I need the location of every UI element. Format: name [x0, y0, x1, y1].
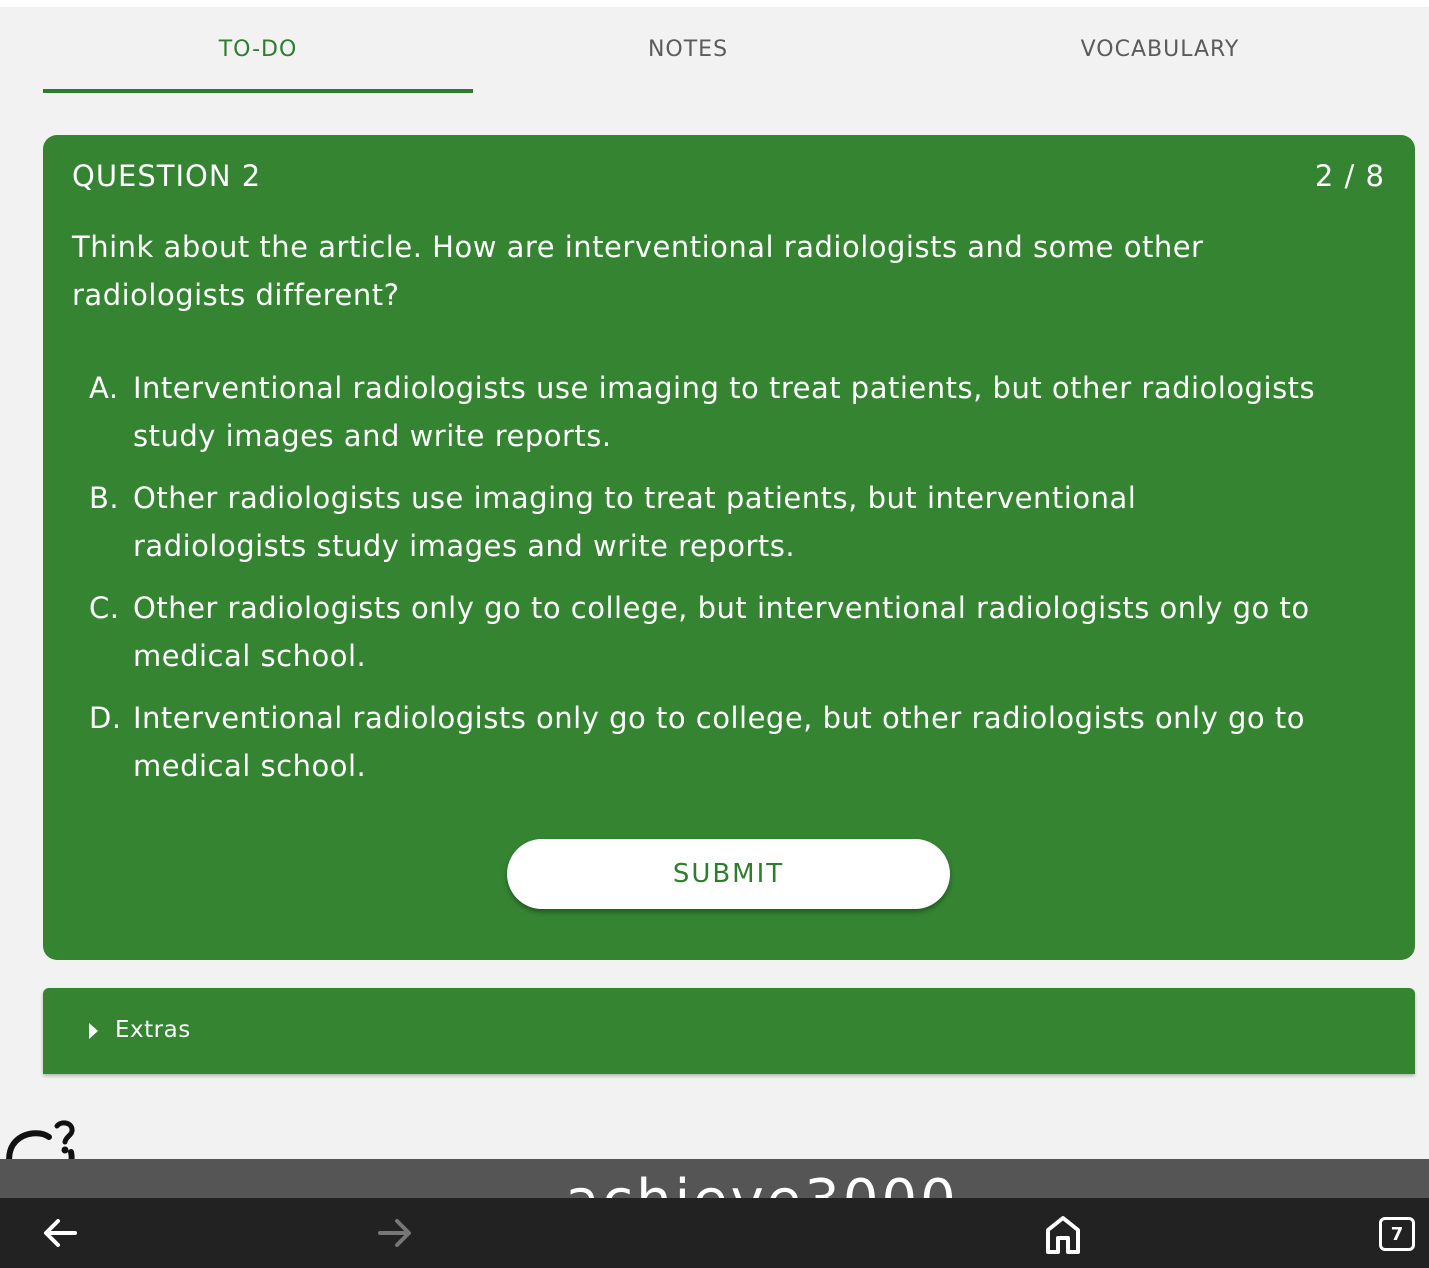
brand-footer: achieve3000: [0, 1159, 1429, 1199]
answer-letter: A.: [89, 371, 119, 405]
answer-text: Interventional radiologists only go to c…: [133, 701, 1305, 783]
extras-label: Extras: [115, 1017, 191, 1043]
question-counter: 2 / 8: [1314, 159, 1385, 193]
answer-text: Other radiologists only go to college, b…: [133, 591, 1310, 673]
answer-option-c[interactable]: C. Other radiologists only go to college…: [89, 584, 1319, 680]
tab-vocabulary-label: VOCABULARY: [1080, 36, 1240, 62]
answer-letter: C.: [89, 591, 120, 625]
arrow-right-icon[interactable]: [377, 1216, 413, 1254]
tabs-count-icon[interactable]: 7: [1379, 1217, 1415, 1251]
answer-text: Other radiologists use imaging to treat …: [133, 481, 1137, 563]
question-card: QUESTION 2 2 / 8 Think about the article…: [43, 135, 1415, 960]
tab-notes-label: NOTES: [647, 36, 729, 62]
question-text: Think about the article. How are interve…: [72, 230, 1204, 312]
question-number: QUESTION 2: [72, 159, 262, 193]
answer-list: A. Interventional radiologists use imagi…: [89, 364, 1319, 804]
tab-notes[interactable]: NOTES: [473, 7, 903, 93]
home-icon[interactable]: [1044, 1214, 1082, 1258]
answer-letter: B.: [89, 481, 120, 515]
answer-option-b[interactable]: B. Other radiologists use imaging to tre…: [89, 474, 1319, 570]
brand-logo: achieve3000: [565, 1173, 959, 1200]
browser-bottom-bar: 7: [0, 1198, 1429, 1268]
extras-disclosure[interactable]: Extras: [43, 988, 1415, 1074]
tab-todo[interactable]: TO-DO: [43, 7, 473, 93]
caret-right-icon: [89, 1023, 98, 1039]
tab-bar: TO-DO NOTES VOCABULARY: [43, 7, 1415, 93]
answer-option-d[interactable]: D. Interventional radiologists only go t…: [89, 694, 1319, 790]
arrow-left-icon[interactable]: [42, 1216, 78, 1254]
submit-button[interactable]: SUBMIT: [507, 839, 950, 909]
tab-vocabulary[interactable]: VOCABULARY: [945, 7, 1375, 93]
answer-option-a[interactable]: A. Interventional radiologists use imagi…: [89, 364, 1319, 460]
tab-todo-label: TO-DO: [218, 36, 298, 62]
app-root: TO-DO NOTES VOCABULARY QUESTION 2 2 / 8 …: [0, 7, 1429, 1268]
answer-text: Interventional radiologists use imaging …: [133, 371, 1316, 453]
answer-letter: D.: [89, 701, 122, 735]
tab-count: 7: [1390, 1223, 1404, 1245]
